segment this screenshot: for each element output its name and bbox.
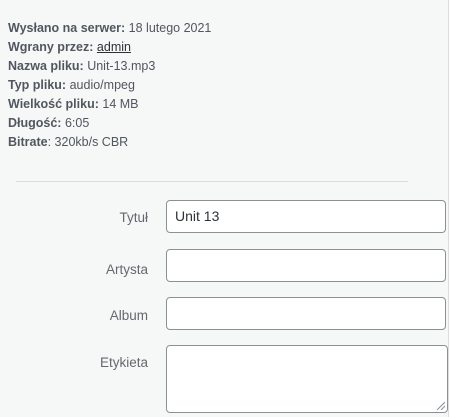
caption-textarea[interactable] xyxy=(166,345,448,413)
uploaded-by: Wgrany przez: admin xyxy=(8,38,211,57)
album-label: Album xyxy=(109,308,148,323)
file-size: Wielkość pliku: 14 MB xyxy=(8,95,211,114)
divider xyxy=(16,181,408,182)
file-length: Długość: 6:05 xyxy=(8,114,211,133)
file-length-value: 6:05 xyxy=(64,116,90,130)
bitrate-label: Bitrate xyxy=(8,135,48,149)
album-input[interactable] xyxy=(166,297,446,330)
resize-handle-icon[interactable] xyxy=(436,401,445,410)
artist-label: Artysta xyxy=(105,262,148,277)
file-type-value: audio/mpeg xyxy=(69,78,135,92)
file-length-label: Długość: xyxy=(8,116,62,130)
uploaded-on-value: 18 lutego 2021 xyxy=(128,21,212,35)
attachment-details-panel: Wysłano na serwer: 18 lutego 2021 Wgrany… xyxy=(0,0,449,417)
file-type-label: Typ pliku: xyxy=(8,78,67,92)
file-details: Wysłano na serwer: 18 lutego 2021 Wgrany… xyxy=(8,19,211,152)
title-input[interactable]: Unit 13 xyxy=(166,200,446,233)
file-size-value: 14 MB xyxy=(102,97,139,111)
artist-input[interactable] xyxy=(166,249,446,282)
uploaded-on: Wysłano na serwer: 18 lutego 2021 xyxy=(8,19,211,38)
file-name-value: Unit-13.mp3 xyxy=(87,59,156,73)
file-name: Nazwa pliku: Unit-13.mp3 xyxy=(8,57,211,76)
file-type: Typ pliku: audio/mpeg xyxy=(8,76,211,95)
uploaded-on-label: Wysłano na serwer: xyxy=(8,21,126,35)
file-name-label: Nazwa pliku: xyxy=(8,59,84,73)
uploaded-by-label: Wgrany przez: xyxy=(8,40,94,54)
bitrate: Bitrate: 320kb/s CBR xyxy=(8,135,129,149)
file-size-label: Wielkość pliku: xyxy=(8,97,99,111)
title-label: Tytuł xyxy=(119,210,148,225)
uploaded-by-link[interactable]: admin xyxy=(97,40,131,54)
caption-label: Etykieta xyxy=(99,355,148,370)
bitrate-value: 320kb/s CBR xyxy=(54,135,129,149)
